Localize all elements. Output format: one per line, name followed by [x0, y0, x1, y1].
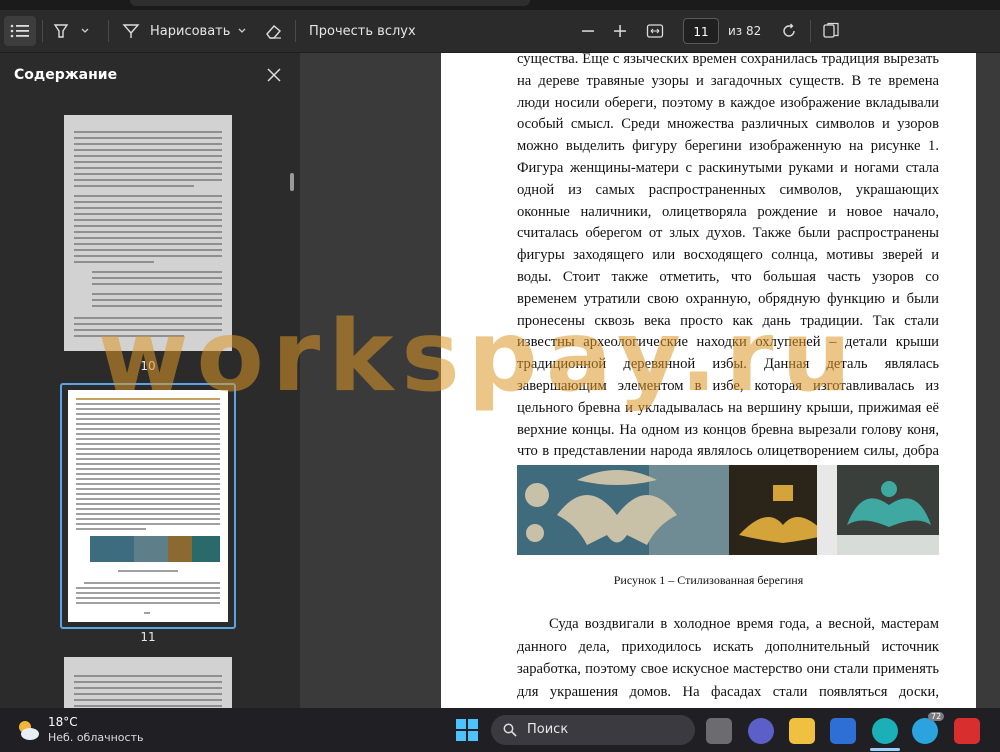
zoom-out-button[interactable] [581, 10, 595, 52]
thumbnail-page-11 [68, 390, 228, 622]
fit-width-icon [646, 24, 664, 38]
read-aloud-button[interactable]: Прочесть вслух [309, 10, 416, 52]
chevron-down-icon [238, 28, 246, 33]
chevron-down-icon [81, 28, 89, 33]
minus-icon [582, 30, 594, 32]
draw-options-button[interactable] [237, 10, 247, 52]
weather-widget[interactable] [14, 716, 42, 748]
sidebar-scrollbar-thumb[interactable] [290, 173, 294, 191]
weather-temperature: 18°C [48, 715, 78, 729]
windows-logo-icon [456, 719, 478, 741]
toolbar-separator [108, 20, 109, 42]
page-number-input[interactable]: 11 [683, 18, 719, 44]
paragraph-2: Суда воздвигали в холодное время года, а… [517, 616, 939, 708]
sidebar-close-button[interactable] [266, 67, 282, 87]
wps-office-icon[interactable] [954, 718, 980, 744]
file-explorer-icon[interactable] [789, 718, 815, 744]
two-page-icon [823, 22, 839, 38]
paragraph-1: существа. Еще с языческих времен сохрани… [517, 53, 939, 503]
contents-toggle-button[interactable] [10, 10, 30, 52]
document-page: существа. Еще с языческих времен сохрани… [441, 53, 976, 708]
telegram-badge: 72 [928, 712, 945, 721]
read-aloud-label: Прочесть вслух [309, 23, 416, 39]
figure-caption: Рисунок 1 – Стилизованная берегиня [613, 573, 804, 587]
active-app-indicator [870, 748, 900, 751]
figure-image [517, 465, 939, 555]
eraser-icon [266, 25, 281, 39]
sidebar-title: Содержание [14, 67, 118, 83]
taskbar-search[interactable]: Поиск [491, 715, 695, 745]
edge-browser-icon[interactable] [872, 718, 898, 744]
fit-page-button[interactable] [646, 10, 664, 52]
close-icon [267, 68, 281, 82]
thumbnail-label-11: 11 [140, 630, 156, 644]
partly-cloudy-icon [19, 721, 39, 740]
plus-icon [614, 25, 626, 37]
weather-description: Неб. облачность [48, 731, 144, 744]
page-thumbnail-10[interactable] [64, 115, 232, 351]
pdf-toolbar: Нарисовать Прочесть вслух 11 из 82 [0, 10, 1000, 53]
toolbar-separator [810, 20, 811, 42]
rotate-button[interactable] [780, 10, 798, 52]
address-bar-edge [130, 0, 530, 6]
page-total: из 82 [728, 24, 762, 38]
rotate-icon [783, 23, 795, 37]
page-thumbnail-11[interactable] [60, 383, 236, 629]
toolbar-separator [42, 20, 43, 42]
highlight-button[interactable] [52, 10, 70, 52]
contents-sidebar: Содержание 10 11 [0, 53, 300, 717]
highlight-options-button[interactable] [80, 10, 90, 52]
chat-icon[interactable] [748, 718, 774, 744]
telegram-icon[interactable] [912, 718, 938, 744]
store-icon[interactable] [830, 718, 856, 744]
window-top-strip [0, 0, 1000, 10]
start-button[interactable] [455, 718, 479, 746]
search-label: Поиск [527, 722, 569, 737]
taskbar: 18°C Неб. облачность Поиск 72 [0, 708, 1000, 752]
list-icon [10, 24, 29, 38]
draw-label: Нарисовать [150, 23, 231, 39]
page-view-button[interactable] [822, 10, 840, 52]
draw-button[interactable]: Нарисовать [122, 10, 230, 52]
highlighter-icon [53, 24, 69, 38]
toolbar-separator [295, 20, 296, 42]
thumbnail-label-10: 10 [140, 359, 156, 373]
search-icon [503, 723, 517, 737]
zoom-in-button[interactable] [613, 10, 627, 52]
task-view-icon[interactable] [706, 718, 732, 744]
erase-button[interactable] [263, 10, 283, 52]
pen-icon [122, 24, 140, 38]
